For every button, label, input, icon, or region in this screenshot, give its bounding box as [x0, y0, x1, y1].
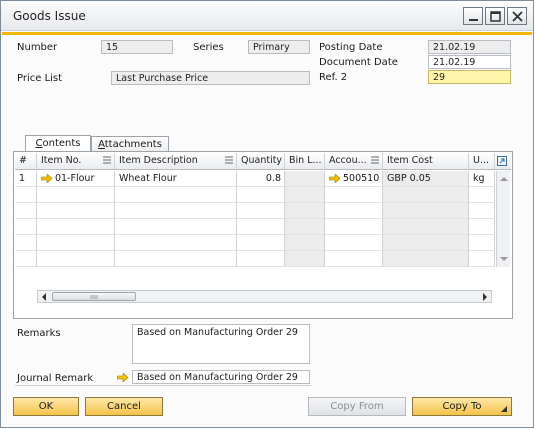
tab-contents-label: Contents — [35, 138, 81, 149]
ref2-label: Ref. 2 — [319, 72, 348, 83]
maximize-icon — [490, 11, 501, 22]
window-title: Goods Issue — [13, 9, 86, 23]
uom-cell[interactable]: kg — [469, 171, 495, 187]
copy-to-label: Copy To — [442, 401, 482, 412]
table-row[interactable] — [15, 187, 511, 203]
table-row[interactable]: 1 01-Flour Wheat Flour 0.8 500510 GBP 0.… — [15, 171, 511, 187]
accent-bar — [2, 32, 532, 35]
col-header-item-no[interactable]: Item No. — [37, 153, 115, 170]
journal-remark-label: Journal Remark — [17, 373, 94, 384]
col-header-uom[interactable]: U... — [469, 153, 495, 170]
item-no-cell[interactable]: 01-Flour — [37, 171, 115, 187]
copy-from-button[interactable]: Copy From — [308, 397, 406, 416]
col-header-num[interactable]: # — [15, 153, 37, 170]
table-row[interactable] — [15, 219, 511, 235]
expand-icon — [497, 156, 507, 166]
col-header-description-label: Item Description — [119, 155, 198, 166]
link-arrow-icon[interactable] — [329, 174, 340, 183]
price-list-label: Price List — [17, 73, 63, 84]
title-bar[interactable]: Goods Issue — [1, 1, 533, 31]
table-row[interactable] — [15, 235, 511, 251]
item-cost-cell[interactable]: GBP 0.05 — [383, 171, 469, 187]
number-label: Number — [17, 42, 58, 53]
close-button[interactable] — [507, 7, 527, 25]
column-menu-icon — [371, 156, 379, 164]
horizontal-scrollbar[interactable] — [37, 290, 492, 303]
table-header: # Item No. Item Description Quantity Bin… — [15, 153, 511, 170]
series-label: Series — [193, 42, 224, 53]
document-date-field[interactable]: 21.02.19 — [428, 55, 511, 69]
price-list-field[interactable]: Last Purchase Price — [111, 71, 310, 85]
col-header-bin[interactable]: Bin L... — [285, 153, 325, 170]
quantity-cell[interactable]: 0.8 — [237, 171, 285, 187]
account-value: 500510 — [343, 173, 380, 184]
cancel-button[interactable]: Cancel — [85, 397, 163, 416]
col-header-account[interactable]: Accou... — [325, 153, 383, 170]
divider — [15, 385, 311, 386]
table-settings-button[interactable] — [495, 153, 511, 170]
dropdown-triangle-icon — [501, 406, 507, 412]
col-header-item-no-label: Item No. — [41, 155, 82, 166]
table-row[interactable] — [15, 203, 511, 219]
posting-date-field[interactable]: 21.02.19 — [428, 40, 511, 54]
copy-to-button[interactable]: Copy To — [412, 397, 512, 416]
posting-date-label: Posting Date — [319, 42, 383, 53]
account-cell[interactable]: 500510 — [325, 171, 383, 187]
journal-remark-field[interactable]: Based on Manufacturing Order 29 — [132, 370, 310, 384]
series-field[interactable]: Primary — [248, 40, 310, 54]
minimize-button[interactable] — [463, 7, 483, 25]
table-row[interactable] — [15, 251, 511, 267]
ref2-field[interactable]: 29 — [428, 70, 511, 84]
tab-attachments-label: Attachments — [98, 139, 162, 150]
item-no-value: 01-Flour — [55, 173, 95, 184]
column-menu-icon — [103, 156, 111, 164]
description-cell[interactable]: Wheat Flour — [115, 171, 237, 187]
col-header-account-label: Accou... — [329, 155, 367, 166]
scroll-right-icon[interactable] — [481, 292, 489, 302]
link-arrow-icon[interactable] — [117, 373, 129, 382]
ok-button[interactable]: OK — [13, 397, 79, 416]
remarks-field[interactable]: Based on Manufacturing Order 29 — [132, 324, 310, 364]
col-header-item-cost[interactable]: Item Cost — [383, 153, 469, 170]
number-field[interactable]: 15 — [101, 40, 173, 54]
bin-cell[interactable] — [285, 171, 325, 187]
scroll-thumb[interactable] — [52, 292, 136, 301]
col-header-quantity[interactable]: Quantity — [237, 153, 285, 170]
link-arrow-icon[interactable] — [41, 174, 52, 183]
col-header-description[interactable]: Item Description — [115, 153, 237, 170]
scroll-down-icon[interactable] — [498, 255, 510, 263]
column-menu-icon — [225, 156, 233, 164]
goods-issue-window: Goods Issue Number 15 Series Primary Pri… — [0, 0, 534, 428]
minimize-icon — [469, 19, 478, 21]
scroll-up-icon[interactable] — [498, 175, 510, 183]
maximize-button[interactable] — [485, 7, 505, 25]
document-date-label: Document Date — [319, 57, 398, 68]
grip-icon — [90, 295, 98, 299]
scroll-left-icon[interactable] — [40, 292, 48, 302]
remarks-label: Remarks — [17, 328, 61, 339]
row-number: 1 — [15, 171, 37, 187]
close-icon — [512, 11, 523, 22]
vertical-scrollbar[interactable] — [496, 171, 510, 267]
